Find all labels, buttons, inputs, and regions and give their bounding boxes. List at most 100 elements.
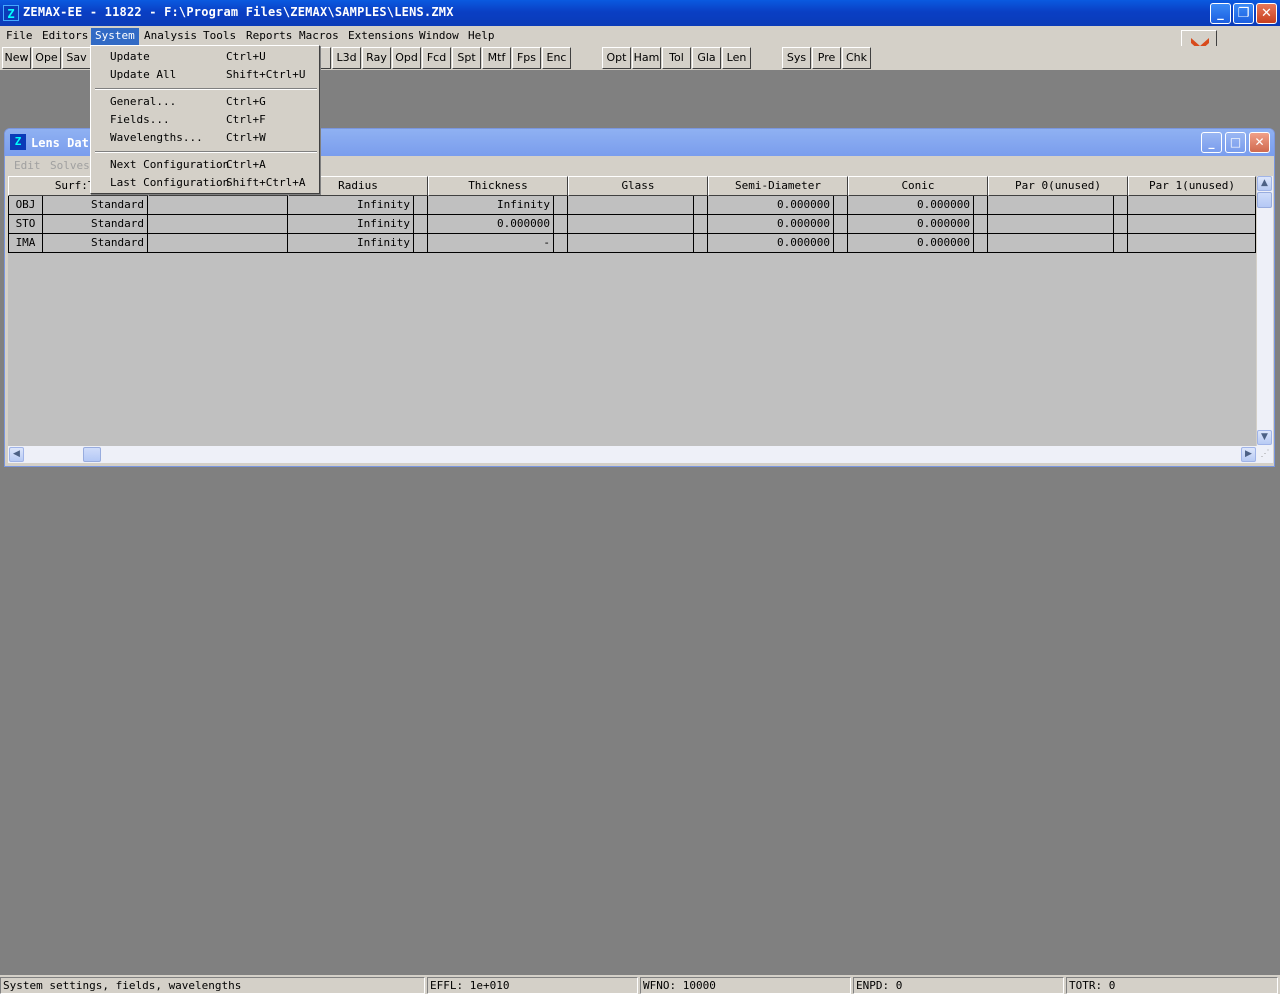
row-semi-diameter-solve[interactable]: [834, 215, 848, 234]
row-semi-diameter-solve[interactable]: [834, 234, 848, 253]
column-header-par1[interactable]: Par 1(unused): [1128, 176, 1256, 196]
menu-item-general[interactable]: General... Ctrl+G: [92, 93, 318, 111]
row-thickness[interactable]: -: [428, 234, 554, 253]
toolbar-save-button[interactable]: Sav: [62, 47, 91, 69]
toolbar-fcd-button[interactable]: Fcd: [422, 47, 451, 69]
zemax-window-icon[interactable]: Z: [10, 134, 26, 150]
row-par1[interactable]: [1128, 234, 1256, 253]
row-par0-solve[interactable]: [1114, 196, 1128, 215]
lens-minimize-button[interactable]: _: [1201, 132, 1222, 153]
column-header-par0[interactable]: Par 0(unused): [988, 176, 1128, 196]
toolbar-new-button[interactable]: New: [2, 47, 31, 69]
lens-menu-edit[interactable]: Edit: [14, 159, 41, 172]
row-glass[interactable]: [568, 234, 694, 253]
row-glass[interactable]: [568, 196, 694, 215]
row-par1[interactable]: [1128, 215, 1256, 234]
row-surface-label[interactable]: STO: [8, 215, 43, 234]
row-conic-solve[interactable]: [974, 196, 988, 215]
row-radius[interactable]: Infinity: [288, 215, 414, 234]
row-glass-solve[interactable]: [694, 234, 708, 253]
scroll-up-icon[interactable]: ▲: [1257, 176, 1272, 191]
vertical-scroll-thumb[interactable]: [1257, 192, 1272, 208]
toolbar-gla-button[interactable]: Gla: [692, 47, 721, 69]
row-par1[interactable]: [1128, 196, 1256, 215]
toolbar-pre-button[interactable]: Pre: [812, 47, 841, 69]
menu-macros[interactable]: Macros: [295, 28, 343, 45]
row-comment[interactable]: [148, 234, 288, 253]
toolbar-enc-button[interactable]: Enc: [542, 47, 571, 69]
toolbar-l3d-button[interactable]: L3d: [332, 47, 361, 69]
row-thickness[interactable]: Infinity: [428, 196, 554, 215]
row-par0[interactable]: [988, 196, 1114, 215]
column-header-glass[interactable]: Glass: [568, 176, 708, 196]
row-radius-solve[interactable]: [414, 196, 428, 215]
minimize-button[interactable]: _: [1210, 3, 1231, 24]
row-semi-diameter[interactable]: 0.000000: [708, 215, 834, 234]
row-conic-solve[interactable]: [974, 234, 988, 253]
row-thickness-solve[interactable]: [554, 215, 568, 234]
row-conic-solve[interactable]: [974, 215, 988, 234]
column-header-thickness[interactable]: Thickness: [428, 176, 568, 196]
row-radius[interactable]: Infinity: [288, 196, 414, 215]
row-glass-solve[interactable]: [694, 215, 708, 234]
menu-extensions[interactable]: Extensions: [344, 28, 418, 45]
row-conic[interactable]: 0.000000: [848, 215, 974, 234]
close-button[interactable]: ✕: [1256, 3, 1277, 24]
row-semi-diameter[interactable]: 0.000000: [708, 234, 834, 253]
row-comment[interactable]: [148, 215, 288, 234]
row-par0-solve[interactable]: [1114, 234, 1128, 253]
row-surface-type[interactable]: Standard: [43, 215, 148, 234]
row-surface-type[interactable]: Standard: [43, 196, 148, 215]
menu-reports[interactable]: Reports: [242, 28, 296, 45]
row-thickness-solve[interactable]: [554, 234, 568, 253]
toolbar-ham-button[interactable]: Ham: [632, 47, 661, 69]
menu-window[interactable]: Window: [415, 28, 463, 45]
row-semi-diameter-solve[interactable]: [834, 196, 848, 215]
toolbar-chk-button[interactable]: Chk: [842, 47, 871, 69]
toolbar-spt-button[interactable]: Spt: [452, 47, 481, 69]
menu-item-wavelengths[interactable]: Wavelengths... Ctrl+W: [92, 129, 318, 147]
menu-item-update-all[interactable]: Update All Shift+Ctrl+U: [92, 66, 318, 84]
row-semi-diameter[interactable]: 0.000000: [708, 196, 834, 215]
toolbar-mtf-button[interactable]: Mtf: [482, 47, 511, 69]
row-thickness-solve[interactable]: [554, 196, 568, 215]
row-conic[interactable]: 0.000000: [848, 196, 974, 215]
menu-file[interactable]: File: [2, 28, 37, 45]
row-surface-label[interactable]: IMA: [8, 234, 43, 253]
resize-grip-icon[interactable]: ⋰: [1257, 446, 1273, 463]
row-par0-solve[interactable]: [1114, 215, 1128, 234]
lens-close-button[interactable]: ✕: [1249, 132, 1270, 153]
row-glass[interactable]: [568, 215, 694, 234]
row-glass-solve[interactable]: [694, 196, 708, 215]
menu-item-next-configuration[interactable]: Next Configuration Ctrl+A: [92, 156, 318, 174]
scroll-right-icon[interactable]: ▶: [1241, 447, 1256, 462]
column-header-semi-diameter[interactable]: Semi-Diameter: [708, 176, 848, 196]
menu-editors[interactable]: Editors: [38, 28, 92, 45]
horizontal-scrollbar[interactable]: ◀ ▶: [8, 446, 1257, 463]
row-par0[interactable]: [988, 234, 1114, 253]
menu-item-update[interactable]: Update Ctrl+U: [92, 48, 318, 66]
vertical-scrollbar[interactable]: ▲ ▼: [1257, 176, 1273, 446]
menu-item-last-configuration[interactable]: Last Configuration Shift+Ctrl+A: [92, 174, 318, 192]
toolbar-opt-button[interactable]: Opt: [602, 47, 631, 69]
scroll-left-icon[interactable]: ◀: [9, 447, 24, 462]
toolbar-ray-button[interactable]: Ray: [362, 47, 391, 69]
menu-system[interactable]: System: [91, 28, 139, 45]
row-radius[interactable]: Infinity: [288, 234, 414, 253]
row-par0[interactable]: [988, 215, 1114, 234]
lens-menu-solves[interactable]: Solves: [50, 159, 90, 172]
toolbar-open-button[interactable]: Ope: [32, 47, 61, 69]
menu-help[interactable]: Help: [464, 28, 499, 45]
toolbar-opd-button[interactable]: Opd: [392, 47, 421, 69]
row-radius-solve[interactable]: [414, 215, 428, 234]
row-surface-label[interactable]: OBJ: [8, 196, 43, 215]
toolbar-fps-button[interactable]: Fps: [512, 47, 541, 69]
restore-button[interactable]: ❐: [1233, 3, 1254, 24]
menu-item-fields[interactable]: Fields... Ctrl+F: [92, 111, 318, 129]
zemax-app-icon[interactable]: Z: [3, 5, 19, 21]
scroll-down-icon[interactable]: ▼: [1257, 430, 1272, 445]
toolbar-len-button[interactable]: Len: [722, 47, 751, 69]
row-surface-type[interactable]: Standard: [43, 234, 148, 253]
row-radius-solve[interactable]: [414, 234, 428, 253]
column-header-conic[interactable]: Conic: [848, 176, 988, 196]
